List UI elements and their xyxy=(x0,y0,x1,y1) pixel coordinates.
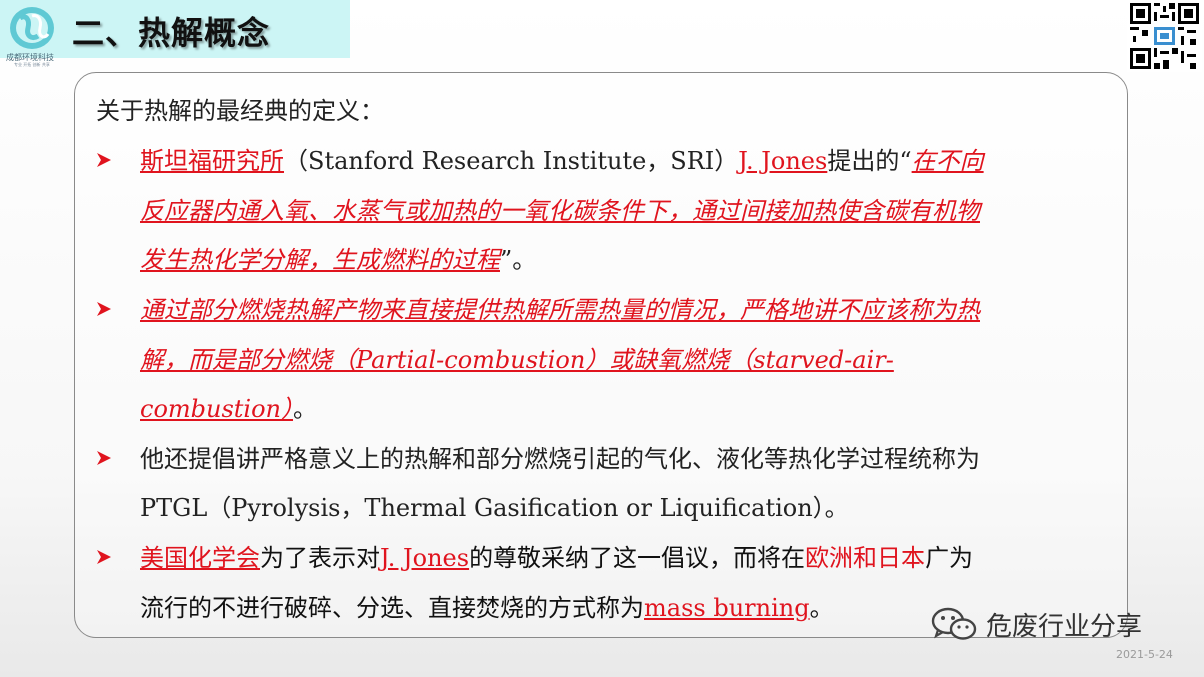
bullet-2-line-2: 解，而是部分燃烧（Partial-combustion）或缺氧燃烧（starve… xyxy=(140,345,894,375)
bullet-4-text-4: 流行的不进行破碎、分选、直接焚烧的方式称为 xyxy=(140,594,644,622)
bullet-3-line-1: 他还提倡讲严格意义上的热解和部分燃烧引起的气化、液化等热化学过程统称为 xyxy=(140,445,980,473)
arrow-bullet-icon xyxy=(97,550,111,564)
proposed-text: 提出的“ xyxy=(827,147,912,175)
arrow-bullet-icon xyxy=(97,451,111,465)
bullet-4-line-1: 美国化学会为了表示对J. Jones的尊敬采纳了这一倡议，而将在欧洲和日本广为 xyxy=(140,543,973,573)
partial-combustion-text-3: combustion） xyxy=(140,395,294,423)
bullet-1-line-2: 反应器内通入氧、水蒸气或加热的一氧化碳条件下，通过间接加热使含碳有机物 xyxy=(140,196,980,226)
person-jones: J. Jones xyxy=(738,147,828,175)
org-stanford: 斯坦福研究所 xyxy=(140,147,284,175)
bullet-4-text-1: 为了表示对 xyxy=(260,544,380,572)
bullet-1-line-3: 发生热化学分解，生成燃料的过程”。 xyxy=(140,245,536,275)
page-title: 二、热解概念 xyxy=(72,14,271,52)
quote-end: ”。 xyxy=(500,246,537,274)
bullet-1-line-1: 斯坦福研究所（Stanford Research Institute，SRI）J… xyxy=(140,146,984,176)
bullet-3-line-2: PTGL（Pyrolysis，Thermal Gasification or L… xyxy=(140,494,849,522)
bullet-2-line-3: combustion）。 xyxy=(140,394,317,424)
region-text: 欧洲和日本 xyxy=(805,544,926,572)
person-jones-2: J. Jones xyxy=(380,544,470,572)
quote-part-2: 反应器内通入氧、水蒸气或加热的一氧化碳条件下，通过间接加热使含碳有机物 xyxy=(140,197,980,225)
bullet-4-text-3: 广为 xyxy=(925,544,974,572)
org-stanford-en: （Stanford Research Institute，SRI） xyxy=(284,147,739,175)
logo-subtext: 专业 开拓 创新 共享 xyxy=(14,62,50,67)
bullet-2-line-1: 通过部分燃烧热解产物来直接提供热解所需热量的情况，严格地讲不应该称为热 xyxy=(140,295,980,325)
partial-combustion-text-1: 通过部分燃烧热解产物来直接提供热解所需热量的情况，严格地讲不应该称为热 xyxy=(140,296,980,324)
footer-date: 2021-5-24 xyxy=(1116,648,1173,661)
arrow-bullet-icon xyxy=(97,302,111,316)
qr-code-icon xyxy=(1127,0,1202,72)
quote-part-3: 发生热化学分解，生成燃料的过程 xyxy=(140,246,500,274)
intro-text: 关于热解的最经典的定义： xyxy=(96,97,384,125)
arrow-bullet-icon xyxy=(97,153,111,167)
bullet-4-end: 。 xyxy=(809,594,834,622)
wechat-icon xyxy=(931,607,977,640)
partial-combustion-text-2: 解，而是部分燃烧（Partial-combustion）或缺氧燃烧（starve… xyxy=(140,346,894,374)
bullet-4-text-2: 的尊敬采纳了这一倡议，而将在 xyxy=(469,544,806,572)
mass-burning-term: mass burning xyxy=(644,594,810,622)
bullet-4-line-2: 流行的不进行破碎、分选、直接焚烧的方式称为mass burning。 xyxy=(140,593,834,623)
org-acs: 美国化学会 xyxy=(140,544,260,572)
watermark-text: 危废行业分享 xyxy=(986,611,1143,642)
bullet-2-end: 。 xyxy=(293,395,318,423)
watermark: 危废行业分享 xyxy=(930,606,1142,642)
quote-part-1: 在不向 xyxy=(911,147,984,175)
